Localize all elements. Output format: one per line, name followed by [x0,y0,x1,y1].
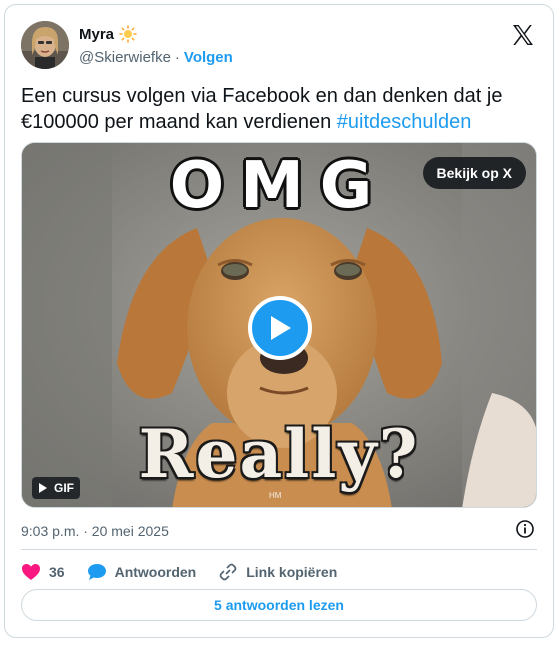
copy-link-button[interactable]: Link kopiëren [218,562,337,582]
like-button[interactable]: 36 [21,563,65,581]
follow-button[interactable]: Volgen [184,49,233,66]
reply-label: Antwoorden [114,564,197,580]
view-on-x-button[interactable]: Bekijk op X [422,157,526,189]
separator-dot: · [174,49,180,66]
sun-icon [119,25,137,43]
timestamp-link[interactable]: 9:03 p.m. · 20 mei 2025 [21,523,169,539]
copy-link-label: Link kopiëren [246,564,338,580]
play-small-icon [39,483,47,493]
really-caption: Really? [138,415,420,493]
tweet-text: Een cursus volgen via Facebook en dan de… [21,83,531,135]
reply-button[interactable]: Antwoorden [87,563,197,581]
author-handle-row: @Skierwiefke · Volgen [79,49,233,66]
avatar[interactable] [21,21,69,69]
avatar-photo [21,21,69,69]
tweet-embed-card: Myra @Skierwiefke · Volgen Een cursus vo… [4,4,554,638]
action-bar: 36 Antwoorden Link kopiëren [21,559,359,585]
speech-bubble-icon [87,564,106,580]
like-count: 36 [49,564,65,580]
link-icon [219,563,237,581]
hashtag-link[interactable]: #uitdeschulden [337,111,472,133]
gif-badge[interactable]: GIF [32,477,80,499]
heart-icon [22,564,40,580]
divider [21,549,537,550]
info-icon[interactable] [515,519,535,539]
media-gif[interactable]: OMG Really? HM Bekijk op X GIF [21,142,537,508]
x-logo-icon[interactable] [511,23,535,47]
author-handle[interactable]: @Skierwiefke [79,49,171,66]
author-name[interactable]: Myra [79,26,114,43]
play-icon [271,316,291,340]
watermark: HM [269,491,282,500]
play-button[interactable] [248,296,312,360]
read-replies-button[interactable]: 5 antwoorden lezen [21,589,537,621]
author-name-row: Myra [79,25,137,43]
gif-label: GIF [54,481,74,495]
